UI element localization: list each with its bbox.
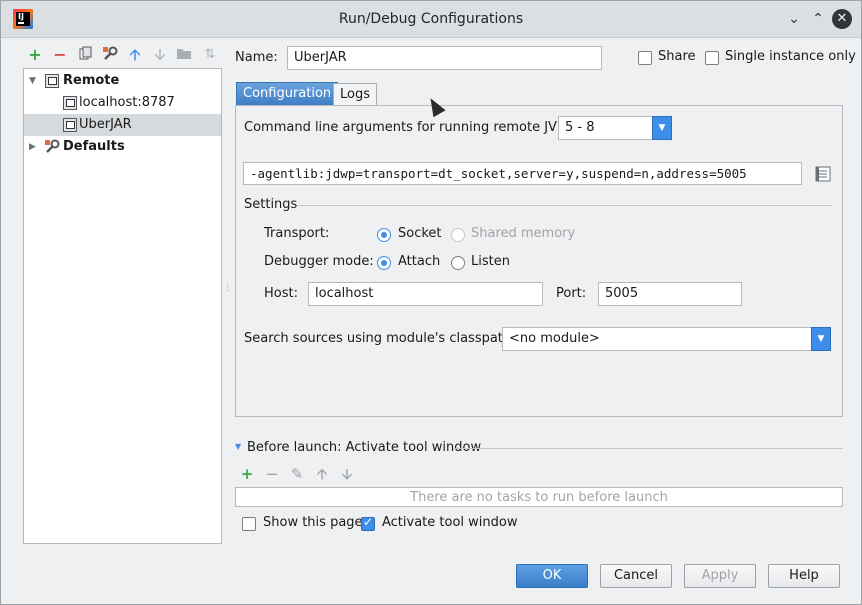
remove-task-icon[interactable]: − [264,466,280,482]
mode-attach-radio[interactable] [377,256,391,270]
chevron-down-icon[interactable]: ▼ [811,327,831,351]
ok-button[interactable]: OK [516,564,588,588]
remote-config-icon [63,96,77,110]
share-checkbox[interactable] [638,51,652,65]
show-page-checkbox[interactable] [242,517,256,531]
folder-icon[interactable] [175,46,193,64]
chevron-down-icon[interactable]: ⌄ [785,10,803,28]
tree-node-remote[interactable]: ▼ Remote [24,70,221,92]
tree-item-uberjar[interactable]: UberJAR [24,114,221,136]
tree-item-label: localhost:8787 [79,95,175,110]
activate-tool-window-checkbox[interactable] [361,515,375,531]
tab-configuration[interactable]: Configuration [236,82,339,106]
wrench-icon [44,139,60,163]
tree-item-label: UberJAR [79,117,132,132]
mode-listen-radio[interactable] [451,256,465,270]
port-label: Port: [556,286,587,301]
edit-task-icon[interactable]: ✎ [289,466,305,482]
show-page-label: Show this page [263,515,363,530]
module-select[interactable]: <no module> ▼ [502,327,831,351]
chevron-down-icon[interactable]: ▼ [652,116,672,140]
jvm-version-value: 5 - 8 [565,120,595,135]
config-tree[interactable]: ▼ Remote localhost:8787 UberJAR ▶ Defaul… [23,68,222,544]
add-config-icon[interactable]: + [26,46,44,64]
transport-label: Transport: [264,226,330,241]
host-input[interactable]: localhost [308,282,543,306]
activate-tool-window-label: Activate tool window [382,515,518,530]
tree-node-label: Remote [63,73,120,88]
tasks-list-empty: There are no tasks to run before launch [235,487,843,507]
jvm-version-select[interactable]: 5 - 8 ▼ [558,116,672,140]
copy-args-icon[interactable] [815,166,831,182]
move-down-icon[interactable]: 🡫 [151,46,169,64]
window-title: Run/Debug Configurations [338,11,524,27]
share-label: Share [658,49,696,64]
apply-button[interactable]: Apply [684,564,756,588]
single-instance-checkbox[interactable] [705,51,719,65]
move-task-up-icon[interactable]: 🡩 [314,466,330,482]
mode-attach-label: Attach [398,254,441,269]
single-instance-label: Single instance only [725,49,856,64]
transport-shared-memory-label: Shared memory [471,226,576,241]
move-up-icon[interactable]: 🡩 [126,46,144,64]
before-launch-divider [453,448,843,449]
mode-listen-label: Listen [471,254,510,269]
module-select-value: <no module> [509,331,600,346]
move-task-down-icon[interactable]: 🡫 [339,466,355,482]
splitter-handle[interactable]: ⋮ [223,284,232,300]
collapse-triangle-icon[interactable]: ▼ [235,442,241,451]
port-input[interactable]: 5005 [598,282,742,306]
transport-shared-memory-radio[interactable] [451,228,465,242]
tree-node-label: Defaults [63,139,125,154]
tree-item-localhost[interactable]: localhost:8787 [24,92,221,114]
cancel-button[interactable]: Cancel [600,564,672,588]
add-task-icon[interactable]: + [239,466,255,482]
title-bar: IJ Run/Debug Configurations ⌄ ⌃ ✕ [1,1,861,38]
close-icon[interactable]: ✕ [832,9,852,29]
remove-config-icon[interactable]: − [51,46,69,64]
settings-heading: Settings [244,197,298,212]
sort-icon[interactable]: ⇅ [201,46,219,64]
before-launch-title[interactable]: Before launch: Activate tool window [247,440,481,455]
tree-node-defaults[interactable]: ▶ Defaults [24,136,221,158]
run-debug-dialog: IJ Run/Debug Configurations ⌄ ⌃ ✕ + − 🡩 … [0,0,862,605]
transport-socket-radio[interactable] [377,228,391,242]
remote-config-icon [45,74,59,88]
cmdline-label: Command line arguments for running remot… [244,120,569,135]
help-button[interactable]: Help [768,564,840,588]
name-label: Name: [235,50,278,65]
copy-config-icon[interactable] [77,46,95,64]
collapse-arrow-icon[interactable]: ▶ [29,136,36,158]
remote-config-icon [63,118,77,132]
tab-logs[interactable]: Logs [333,83,377,106]
wrench-icon[interactable] [101,46,119,64]
name-input[interactable]: UberJAR [287,46,602,70]
settings-divider [297,205,832,206]
host-label: Host: [264,286,298,301]
jvm-args-field[interactable]: -agentlib:jdwp=transport=dt_socket,serve… [243,162,802,185]
transport-socket-label: Socket [398,226,442,241]
module-classpath-label: Search sources using module's classpath: [244,331,516,346]
expand-arrow-icon[interactable]: ▼ [29,70,36,92]
chevron-up-icon[interactable]: ⌃ [809,10,827,28]
debugger-mode-label: Debugger mode: [264,254,374,269]
